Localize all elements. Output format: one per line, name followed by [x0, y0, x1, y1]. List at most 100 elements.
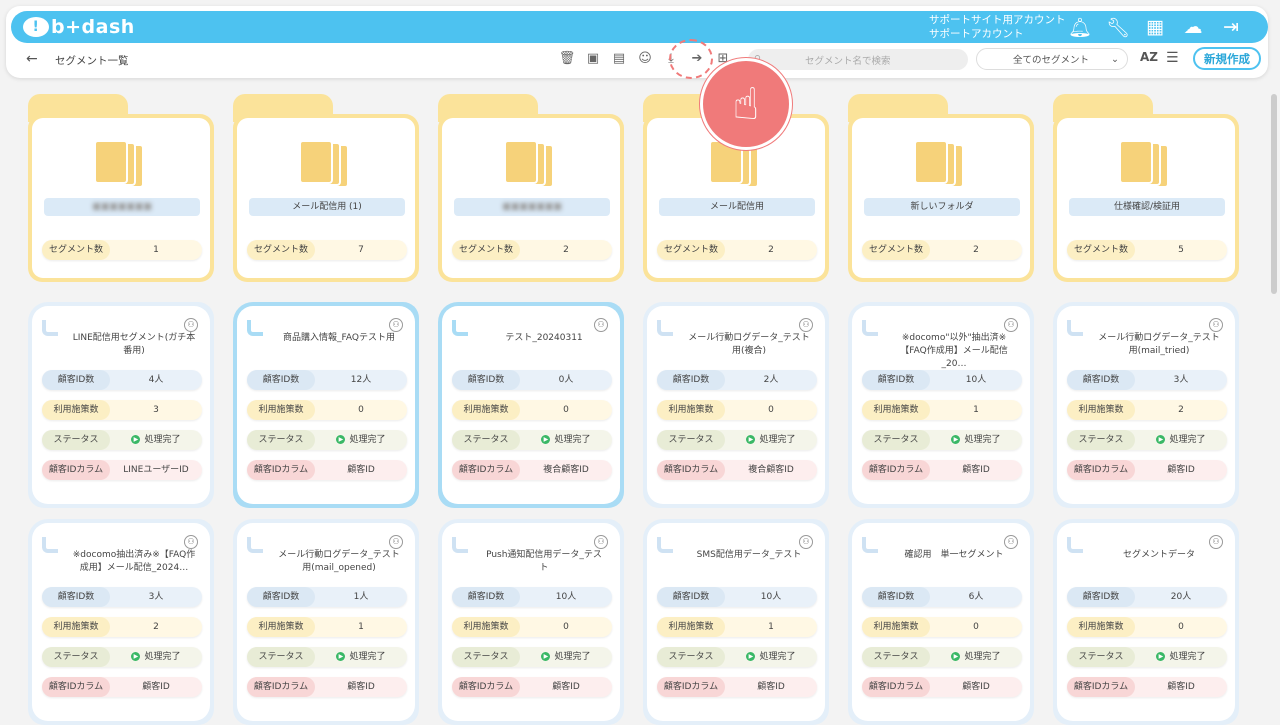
account-info[interactable]: サポートサイト用アカウント サポートアカウント [929, 13, 1066, 41]
column-value: 顧客ID [962, 682, 990, 692]
column-value: 顧客ID [962, 465, 990, 475]
customers-label: 顧客ID数 [452, 370, 520, 390]
segment-type-icon: ⚇ [799, 535, 813, 549]
customers-row: 顧客ID数 10人 [657, 587, 817, 607]
folder-card[interactable]: ■■■■■■■ セグメント数 1 [28, 94, 214, 282]
customers-row: 顧客ID数 1人 [247, 587, 407, 607]
folder-body: 仕様確認/検証用 セグメント数 5 [1053, 114, 1239, 282]
card-corner [862, 320, 878, 336]
folder-count-row: セグメント数 2 [657, 240, 817, 260]
column-value: 顧客ID [1167, 465, 1195, 475]
folder-card[interactable]: 仕様確認/検証用 セグメント数 5 [1053, 94, 1239, 282]
wrench-icon[interactable]: 🔧︎ [1106, 16, 1130, 39]
bell-icon[interactable]: 🔔︎ [1068, 16, 1092, 39]
column-value: 顧客ID [142, 682, 170, 692]
segment-card[interactable]: ⚇ ※docomo抽出済み※【FAQ作成用】メール配信_2024… 顧客ID数 3人利… [28, 519, 214, 725]
status-value: 処理完了 [144, 435, 181, 445]
customers-value: 6人 [968, 592, 984, 602]
status-row: ステータス ▶ 処理完了 [247, 430, 407, 450]
customers-row: 顧客ID数 10人 [452, 587, 612, 607]
folder-card[interactable]: 新しいフォルダ セグメント数 2 [848, 94, 1034, 282]
trash-icon[interactable]: 🗑︎ [558, 49, 576, 69]
measures-row: 利用施策数 0 [657, 400, 817, 420]
status-row: ステータス ▶ 処理完了 [657, 647, 817, 667]
status-row: ステータス ▶ 処理完了 [452, 647, 612, 667]
measures-row: 利用施策数 1 [657, 617, 817, 637]
segment-type-icon: ⚇ [799, 318, 813, 332]
customers-value: 10人 [555, 592, 577, 602]
grid-icon[interactable]: ▦ [1144, 16, 1166, 38]
user-check-icon[interactable]: ☺ [636, 49, 654, 69]
folder-count-label: セグメント数 [657, 240, 725, 260]
sort-az-button[interactable]: AZ [1140, 50, 1158, 64]
column-label: 顧客IDカラム [862, 460, 930, 480]
breadcrumb: セグメント一覧 [55, 55, 129, 67]
measures-value: 3 [153, 405, 159, 415]
segment-title: 商品購入情報_FAQテスト用 [283, 333, 395, 343]
status-label: ステータス [657, 430, 725, 450]
segment-card[interactable]: ⚇ テスト_20240311 顧客ID数 0人 利用施策数 0 ステータス ▶ 処理完了 顧客ID… [438, 302, 624, 508]
segment-card[interactable]: ⚇ 確認用 単一セグメント 顧客ID数 6人 利用施策数 0 ステータス ▶ 処理完了 顧客IDカ… [848, 519, 1034, 725]
measures-value: 2 [1178, 405, 1184, 415]
status-label: ステータス [247, 647, 315, 667]
status-label: ステータス [42, 430, 110, 450]
back-arrow-icon[interactable]: ← [26, 51, 38, 67]
list-view-icon[interactable]: ☰ [1166, 50, 1179, 66]
status-label: ステータス [42, 647, 110, 667]
segment-card[interactable]: ⚇ Push通知配信用データ_テスト 顧客ID数 10人 利用施策数 0 ステータス ▶ 処理完… [438, 519, 624, 725]
measures-row: 利用施策数 0 [452, 617, 612, 637]
segment-filter-select[interactable]: 全てのセグメント ⌄ [976, 48, 1128, 70]
column-row: 顧客IDカラム 顧客ID [42, 677, 202, 697]
account-name: サポートサイト用アカウント [929, 14, 1066, 26]
app-logo[interactable]: ! b+dash [23, 16, 135, 38]
folder-count-value: 7 [358, 245, 364, 255]
customers-label: 顧客ID数 [452, 587, 520, 607]
measures-label: 利用施策数 [862, 400, 930, 420]
customers-label: 顧客ID数 [247, 370, 315, 390]
measures-row: 利用施策数 0 [452, 400, 612, 420]
segment-card[interactable]: ⚇ ※docomo"以外"抽出済※【FAQ作成用】メール配信_20… 顧客ID数 10… [848, 302, 1034, 508]
segment-card[interactable]: ⚇ メール行動ログデータ_テスト用(mail_opened) 顧客ID数 1人 利用施策… [233, 519, 419, 725]
segment-type-icon: ⚇ [184, 318, 198, 332]
column-value: LINEユーザーID [123, 465, 189, 475]
folder-card[interactable]: ■■■■■■■ セグメント数 2 [438, 94, 624, 282]
customers-label: 顧客ID数 [247, 587, 315, 607]
card-corner [452, 537, 468, 553]
segment-card[interactable]: ⚇ メール行動ログデータ_テスト用(複合) 顧客ID数 2人 利用施策数 0 ステータス ▶ 処… [643, 302, 829, 508]
customers-row: 顧客ID数 6人 [862, 587, 1022, 607]
status-value: 処理完了 [759, 652, 796, 662]
folder-card[interactable]: メール配信用 (1) セグメント数 7 [233, 94, 419, 282]
card-corner [42, 537, 58, 553]
scrollbar[interactable] [1268, 86, 1280, 720]
folder-count-value: 2 [768, 245, 774, 255]
column-row: 顧客IDカラム 顧客ID [1067, 677, 1227, 697]
segment-card[interactable]: ⚇ SMS配信用データ_テスト 顧客ID数 10人 利用施策数 1 ステータス ▶ 処理完了 顧客… [643, 519, 829, 725]
measures-label: 利用施策数 [1067, 617, 1135, 637]
chat-icon[interactable]: ☁ [1182, 16, 1204, 38]
scrollbar-thumb[interactable] [1271, 94, 1277, 294]
segment-card[interactable]: ⚇ セグメントデータ 顧客ID数 20人 利用施策数 0 ステータス ▶ 処理完了 顧客IDカラム… [1053, 519, 1239, 725]
customers-value: 20人 [1170, 592, 1192, 602]
customers-value: 0人 [558, 375, 574, 385]
unarchive-icon[interactable]: ▤ [610, 49, 628, 69]
segment-card[interactable]: ⚇ メール行動ログデータ_テスト用(mail_tried) 顧客ID数 3人 利用施策数… [1053, 302, 1239, 508]
folder-count-value: 1 [153, 245, 159, 255]
segment-card[interactable]: ⚇ LINE配信用セグメント(ガチ本番用) 顧客ID数 4人 利用施策数 3 ステータス ▶ 処… [28, 302, 214, 508]
archive-icon[interactable]: ▣ [584, 49, 602, 69]
segment-title: メール行動ログデータ_テスト用(mail_opened) [278, 550, 400, 573]
card-corner [1067, 537, 1083, 553]
status-row: ステータス ▶ 処理完了 [42, 430, 202, 450]
segment-type-icon: ⚇ [1004, 318, 1018, 332]
new-create-button[interactable]: 新規作成 [1193, 47, 1261, 70]
search-input[interactable]: ⚲ セグメント名で検索 [748, 49, 968, 70]
column-row: 顧客IDカラム 顧客ID [247, 460, 407, 480]
segment-title: 確認用 単一セグメント [904, 550, 1004, 560]
segment-card[interactable]: ⚇ 商品購入情報_FAQテスト用 顧客ID数 12人 利用施策数 0 ステータス ▶ 処理完了顧… [233, 302, 419, 508]
status-value: 処理完了 [964, 652, 1001, 662]
status-done-icon: ▶ [541, 652, 551, 661]
logout-icon[interactable]: ⇥ [1220, 16, 1242, 38]
column-row: 顧客IDカラム 複合顧客ID [452, 460, 612, 480]
segment-type-icon: ⚇ [1209, 535, 1223, 549]
measures-label: 利用施策数 [247, 400, 315, 420]
folder-count-row: セグメント数 1 [42, 240, 202, 260]
